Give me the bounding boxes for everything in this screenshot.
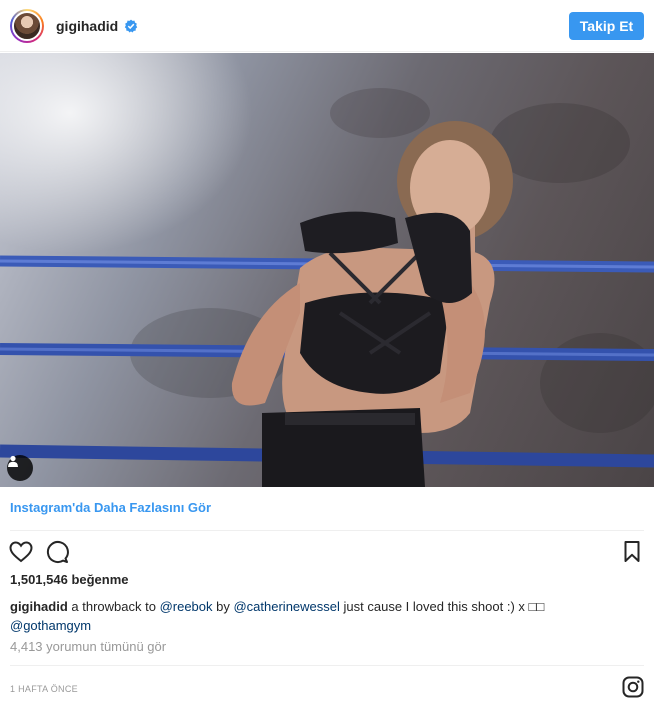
tagged-users-button[interactable] <box>7 455 33 481</box>
post-caption: gigihadid a throwback to @reebok by @cat… <box>10 597 640 635</box>
likes-count[interactable]: 1,501,546 beğenme <box>10 572 129 587</box>
photo-scene <box>0 88 654 487</box>
user-tag-icon <box>8 455 18 467</box>
instagram-logo-icon[interactable] <box>622 676 644 698</box>
caption-username[interactable]: gigihadid <box>10 599 68 614</box>
mention-catherinewessel[interactable]: @catherinewessel <box>233 599 339 614</box>
caption-text: a throwback to <box>67 599 160 614</box>
caption-text: by <box>212 599 234 614</box>
comment-icon[interactable] <box>44 539 70 565</box>
avatar[interactable] <box>10 8 44 43</box>
avatar-image <box>12 10 42 41</box>
boxer-figure <box>231 121 513 487</box>
post-image[interactable] <box>0 53 654 487</box>
heart-icon[interactable] <box>8 539 34 565</box>
caption-text: just cause I loved this shoot :) x <box>339 599 529 614</box>
action-bar <box>8 539 648 565</box>
verified-badge-icon <box>124 19 138 33</box>
view-all-comments-link[interactable]: 4,413 yorumun tümünü gör <box>10 639 166 654</box>
divider <box>10 665 644 666</box>
bookmark-icon[interactable] <box>620 539 646 565</box>
username[interactable]: gigihadid <box>56 18 118 34</box>
mention-gothamgym[interactable]: @gothamgym <box>10 618 91 633</box>
view-more-on-instagram-link[interactable]: Instagram'da Daha Fazlasını Gör <box>10 500 211 515</box>
divider <box>10 530 644 531</box>
mention-reebok[interactable]: @reebok <box>160 599 213 614</box>
caption-emoji: □□ <box>528 599 545 614</box>
post-timestamp[interactable]: 1 HAFTA ÖNCE <box>10 684 78 694</box>
follow-button[interactable]: Takip Et <box>569 12 644 40</box>
post-header: gigihadid Takip Et <box>0 0 654 52</box>
